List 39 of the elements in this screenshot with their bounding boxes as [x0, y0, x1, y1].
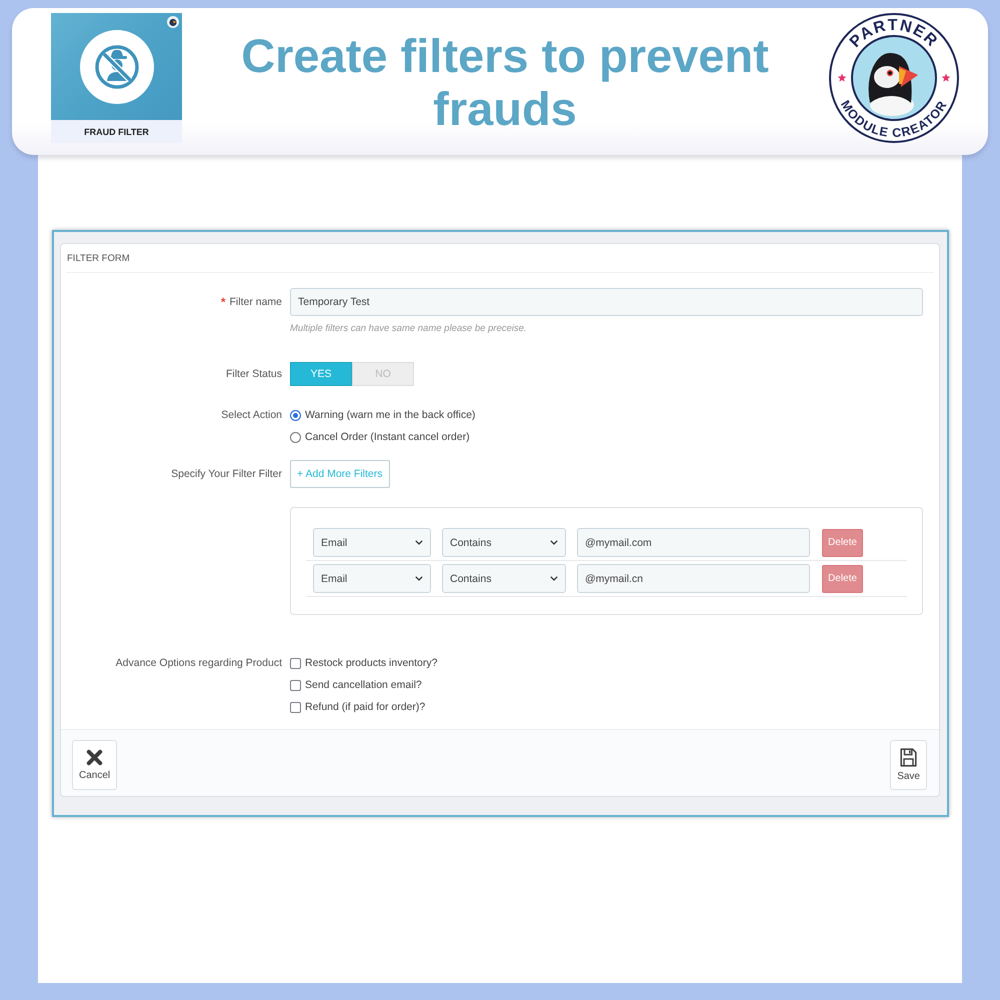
radio-label: Warning (warn me in the back office) [305, 409, 476, 421]
close-icon [86, 749, 104, 766]
cancel-button[interactable]: Cancel [72, 740, 118, 790]
operator-select[interactable]: Contains [442, 564, 566, 593]
save-icon [900, 748, 918, 767]
star-icon [838, 74, 846, 82]
logo-icon [167, 16, 179, 28]
caret-icon [415, 576, 423, 581]
field-select[interactable]: Email [313, 564, 431, 593]
caret-icon [550, 576, 558, 581]
radio-button[interactable] [290, 432, 301, 442]
save-button[interactable]: Save [890, 740, 927, 790]
checkbox-label: Restock products inventory? [305, 657, 438, 669]
caret-icon [550, 540, 558, 545]
caret-icon [415, 540, 423, 545]
field-select[interactable]: Email [313, 528, 431, 557]
checkbox[interactable] [290, 658, 301, 668]
panel-title: FILTER FORM [67, 252, 130, 264]
operator-select[interactable]: Contains [442, 528, 566, 557]
checkbox[interactable] [290, 680, 301, 690]
field-label: Specify Your Filter Filter [171, 468, 282, 480]
checkbox[interactable] [290, 702, 301, 712]
field-label: Filter Status [226, 368, 282, 380]
help-text: Multiple filters can have same name please be preceise. [290, 322, 527, 336]
field-label: Advance Options regarding Product [116, 657, 282, 669]
product-name: FRAUD FILTER [84, 126, 149, 136]
field-label: Filter name [229, 296, 282, 308]
value-input[interactable]: @mymail.com [577, 528, 810, 557]
value-input[interactable]: @mymail.cn [577, 564, 810, 593]
field-label: Select Action [221, 409, 282, 421]
prohibited-person-icon [80, 30, 154, 104]
required-mark: * [220, 295, 226, 309]
filter-name-input[interactable]: Temporary Test [290, 288, 923, 316]
checkbox-label: Send cancellation email? [305, 679, 422, 691]
banner-title: Create filters to prevent frauds [240, 29, 770, 135]
radio-label: Cancel Order (Instant cancel order) [305, 431, 470, 443]
radio-button[interactable] [290, 410, 301, 420]
star-icon [942, 74, 950, 82]
checkbox-label: Refund (if paid for order)? [305, 701, 426, 713]
